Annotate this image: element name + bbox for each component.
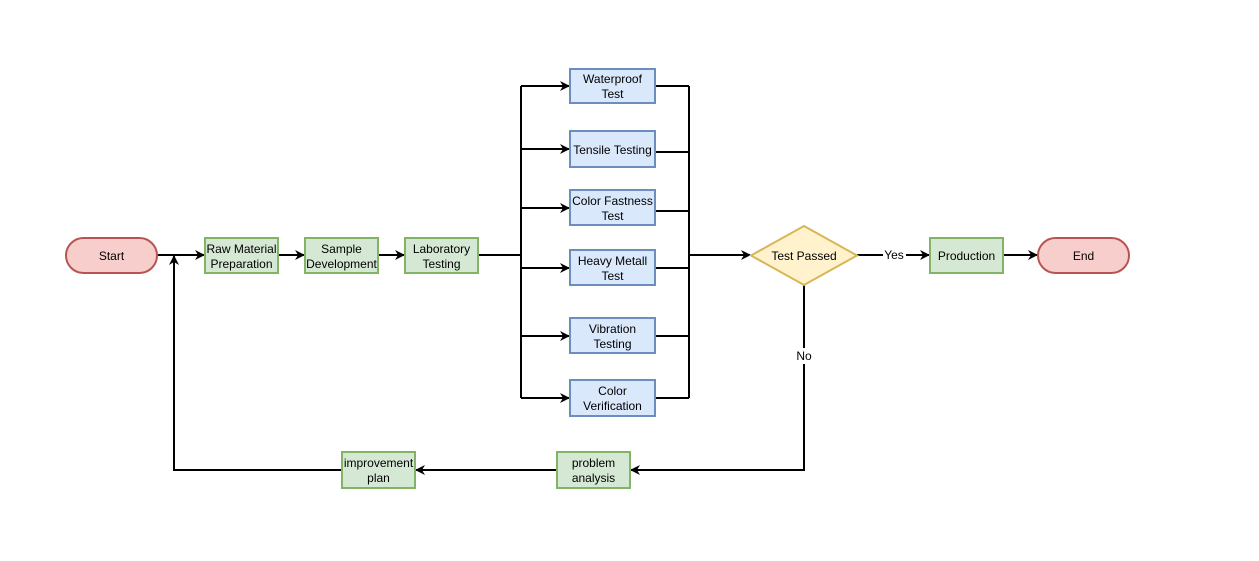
- production-label: Production: [938, 249, 995, 263]
- improvement-label-2: plan: [367, 471, 390, 485]
- heavy-metal-node[interactable]: Heavy Metall Test: [569, 249, 656, 286]
- edge-improvement-loop: [169, 255, 342, 471]
- vibration-label-2: Testing: [593, 337, 631, 351]
- vibration-testing-node[interactable]: Vibration Testing: [569, 317, 656, 354]
- problem-label-2: analysis: [572, 471, 615, 485]
- raw-material-label-1: Raw Material: [206, 242, 276, 256]
- heavy-metal-label-2: Test: [601, 269, 624, 283]
- edge-no: [630, 285, 805, 475]
- color-fastness-node[interactable]: Color Fastness Test: [569, 189, 656, 226]
- edge-label-no: No: [796, 349, 812, 363]
- raw-material-label-2: Preparation: [210, 257, 272, 271]
- decision-label: Test Passed: [771, 249, 836, 263]
- sample-label-1: Sample: [321, 242, 362, 256]
- sample-label-2: Development: [306, 257, 377, 271]
- color-verification-label-1: Color: [598, 384, 627, 398]
- vibration-label-1: Vibration: [589, 322, 636, 336]
- end-label: End: [1073, 249, 1094, 263]
- waterproof-test-node[interactable]: Waterproof Test: [569, 68, 656, 104]
- heavy-metal-label-1: Heavy Metall: [578, 254, 647, 268]
- edge-label-yes: Yes: [884, 248, 904, 262]
- test-passed-decision[interactable]: Test Passed: [748, 224, 860, 287]
- improvement-plan-node[interactable]: improvement plan: [341, 451, 416, 489]
- sample-development-node[interactable]: Sample Development: [304, 237, 379, 274]
- tensile-label: Tensile Testing: [573, 143, 652, 157]
- laboratory-testing-node[interactable]: Laboratory Testing: [404, 237, 479, 274]
- problem-label-1: problem: [572, 456, 615, 470]
- color-fastness-label-1: Color Fastness: [572, 194, 653, 208]
- start-label: Start: [99, 249, 125, 263]
- problem-analysis-node[interactable]: problem analysis: [556, 451, 631, 489]
- end-node[interactable]: End: [1037, 237, 1130, 274]
- laboratory-label-1: Laboratory: [413, 242, 470, 256]
- waterproof-label-1: Waterproof: [583, 72, 643, 86]
- flowchart: Yes No Start End Raw Material Preparatio…: [65, 68, 1130, 489]
- color-verification-node[interactable]: Color Verification: [569, 379, 656, 417]
- start-node[interactable]: Start: [65, 237, 158, 274]
- color-fastness-label-2: Test: [601, 209, 624, 223]
- production-node[interactable]: Production: [929, 237, 1004, 274]
- laboratory-label-2: Testing: [422, 257, 460, 271]
- tensile-testing-node[interactable]: Tensile Testing: [569, 130, 656, 168]
- improvement-label-1: improvement: [344, 456, 414, 470]
- raw-material-node[interactable]: Raw Material Preparation: [204, 237, 279, 274]
- waterproof-label-2: Test: [601, 87, 624, 101]
- color-verification-label-2: Verification: [583, 399, 642, 413]
